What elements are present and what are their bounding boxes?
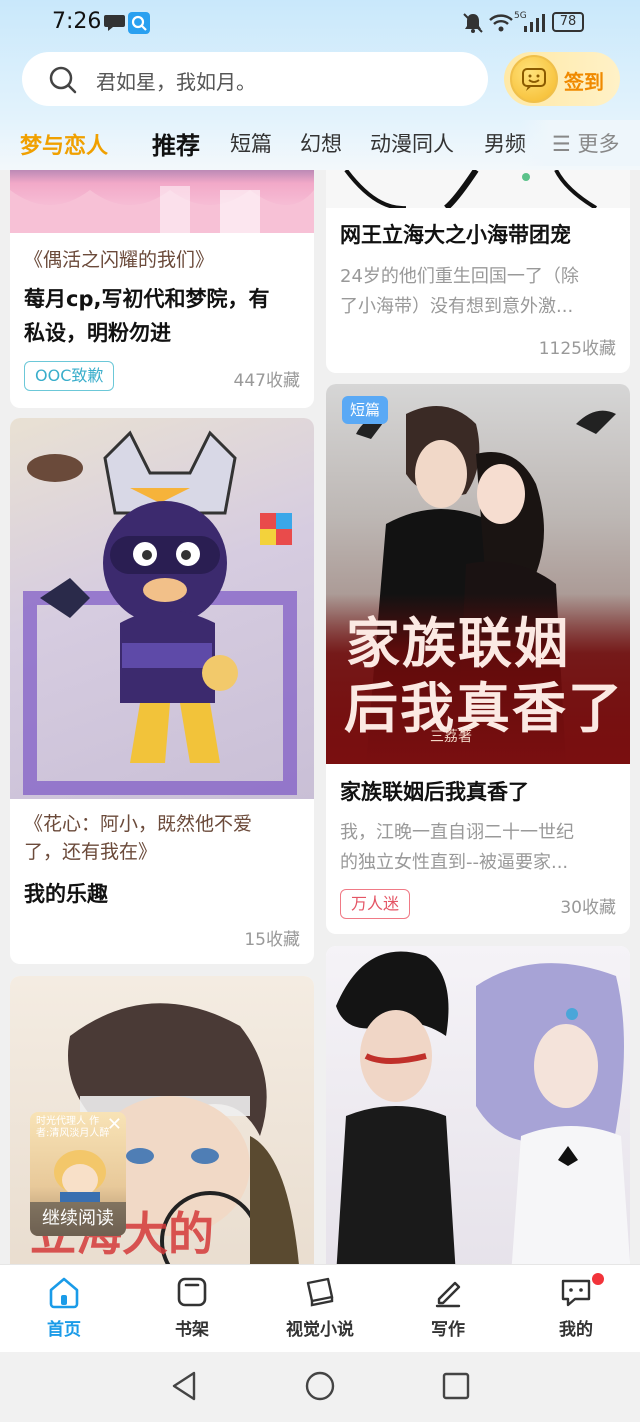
continue-reading-cover-text: 时光代理人 作者:清风淡月人醉 [36, 1116, 110, 1139]
category-tabs: 梦与恋人 推荐 短篇 幻想 动漫同人 男频 ☰ 更多 [0, 120, 640, 166]
continue-reading-label: 继续阅读 [30, 1202, 126, 1236]
nav-profile[interactable]: 我的 [526, 1273, 626, 1340]
book-feed[interactable]: 《偶活之闪耀的我们》 莓月cp,写初代和梦院，有 私设，明粉勿进 OOC致歉 4… [0, 170, 640, 1264]
book-description: 的独立女性直到--被逼要家... [340, 852, 569, 873]
search-app-notification-icon [128, 12, 150, 34]
nav-label: 写作 [431, 1320, 465, 1340]
book-tag[interactable]: 万人迷 [340, 889, 411, 919]
nav-home[interactable]: 首页 [14, 1275, 114, 1340]
tab-dream-lover[interactable]: 梦与恋人 [20, 128, 108, 160]
home-icon [49, 1277, 79, 1309]
cover-title-text: 后我真香了 [344, 676, 624, 740]
search-bar[interactable]: 君如星，我如月。 [22, 52, 488, 106]
chat-bubble-icon [561, 1279, 591, 1307]
nav-writing[interactable]: 写作 [398, 1275, 498, 1340]
favorites-count: 30收藏 [560, 898, 616, 918]
signin-label: 签到 [564, 70, 604, 94]
signal-icon [524, 14, 545, 32]
search-icon [49, 66, 77, 94]
tab-short[interactable]: 短篇 [230, 128, 272, 158]
book-card[interactable]: 网王立海大之小海带团宠 24岁的他们重生回国一了（除 了小海带）没有想到意外激.… [326, 170, 630, 373]
nav-label: 我的 [559, 1320, 593, 1340]
book-quote: 《偶活之闪耀的我们》 [24, 249, 215, 271]
book-description: 了小海带）没有想到意外激... [340, 296, 574, 317]
book-title: 家族联姻后我真香了 [340, 780, 529, 804]
nav-label: 视觉小说 [286, 1320, 354, 1340]
tab-anime-fanfic[interactable]: 动漫同人 [370, 128, 454, 158]
book-card[interactable]: 家族联姻 后我真香了 三荔著 短篇 家族联姻后我真香了 我，江晚一直自诩二十一世… [326, 384, 630, 934]
nav-bookshelf[interactable]: 书架 [142, 1275, 242, 1340]
nav-label: 书架 [175, 1320, 209, 1340]
close-icon[interactable]: ✕ [107, 1114, 122, 1135]
book-description: 24岁的他们重生回国一了（除 [340, 266, 579, 287]
favorites-count: 15收藏 [244, 930, 300, 950]
book-tag[interactable]: OOC致歉 [24, 361, 115, 391]
status-bar: 7:26 5G 78 [0, 0, 640, 46]
wifi-icon [489, 14, 513, 32]
short-story-badge: 短篇 [342, 396, 389, 424]
home-circle-icon[interactable] [304, 1370, 336, 1402]
back-icon[interactable] [170, 1370, 198, 1402]
battery-icon: 78 [552, 12, 584, 32]
status-time: 7:26 [52, 9, 102, 34]
top-header: 7:26 5G 78 君如星，我如月。 签到 梦与恋人 推荐 短篇 幻想 动漫同… [0, 0, 640, 170]
signin-smile-icon [510, 55, 558, 103]
system-navigation-bar [0, 1352, 640, 1422]
book-icon [306, 1277, 334, 1307]
book-card[interactable]: 《花心：阿小，既然他不爱 了，还有我在》 我的乐趣 15收藏 [10, 418, 314, 964]
favorites-count: 447收藏 [233, 371, 300, 391]
continue-reading-widget[interactable]: 时光代理人 作者:清风淡月人醉 ✕ 继续阅读 [30, 1112, 126, 1236]
bookshelf-icon [177, 1277, 207, 1307]
bottom-navigation: 首页 书架 视觉小说 写作 我的 [0, 1264, 640, 1352]
chat-notification-icon [104, 15, 125, 31]
signin-button[interactable]: 签到 [504, 52, 620, 106]
notification-dot [592, 1273, 604, 1285]
book-card[interactable] [326, 946, 630, 1264]
recents-square-icon[interactable] [442, 1372, 470, 1400]
book-title: 我的乐趣 [24, 882, 108, 906]
book-card[interactable]: 《偶活之闪耀的我们》 莓月cp,写初代和梦院，有 私设，明粉勿进 OOC致歉 4… [10, 170, 314, 408]
book-cover-image [10, 170, 314, 233]
tab-fantasy[interactable]: 幻想 [300, 128, 342, 158]
book-title: 网王立海大之小海带团宠 [340, 223, 571, 247]
book-cover-image [10, 418, 314, 799]
book-quote: 《花心：阿小，既然他不爱 [24, 813, 253, 835]
book-title-line: 莓月cp,写初代和梦院，有 [24, 287, 270, 311]
cover-author: 三荔著 [430, 729, 472, 745]
mute-bell-icon [463, 13, 483, 33]
tab-recommend[interactable]: 推荐 [152, 126, 200, 161]
more-tabs-button[interactable]: ☰ 更多 [552, 128, 620, 158]
search-placeholder: 君如星，我如月。 [96, 70, 256, 94]
book-title-line: 私设，明粉勿进 [24, 321, 171, 345]
book-description: 我，江晚一直自诩二十一世纪 [340, 822, 574, 843]
book-cover-image: 家族联姻 后我真香了 三荔著 短篇 [326, 384, 630, 764]
book-cover-image [326, 946, 630, 1264]
nav-label: 首页 [47, 1320, 81, 1340]
book-quote: 了，还有我在》 [24, 841, 158, 863]
book-cover-image [326, 170, 630, 208]
nav-visual-novel[interactable]: 视觉小说 [270, 1275, 370, 1340]
favorites-count: 1125收藏 [538, 339, 616, 359]
pencil-icon [435, 1281, 461, 1308]
